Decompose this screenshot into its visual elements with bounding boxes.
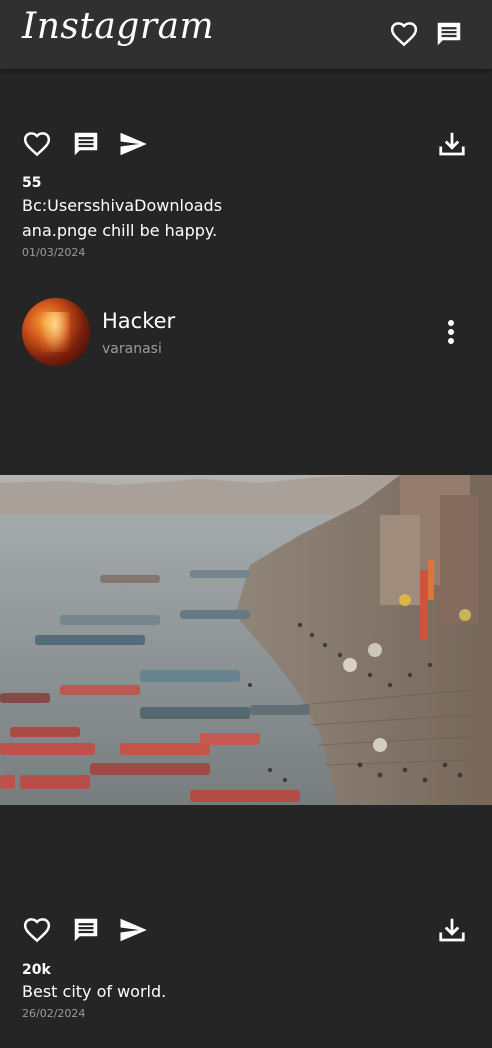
send-icon xyxy=(120,918,147,942)
likes-count: 20k xyxy=(22,962,51,978)
post-location: varanasi xyxy=(102,341,162,357)
feed-page: Instagram 55 Bc:UsersshivaDownloads ana.… xyxy=(0,0,492,1048)
download-icon xyxy=(439,132,465,156)
download-button[interactable] xyxy=(437,129,467,159)
app-title: Instagram xyxy=(22,6,215,47)
post-image[interactable] xyxy=(0,475,492,805)
avatar[interactable] xyxy=(22,298,90,366)
share-button[interactable] xyxy=(118,915,148,945)
chat-icon[interactable] xyxy=(434,19,464,49)
send-icon xyxy=(120,132,147,156)
post-caption-line2: ana.pnge chill be happy. xyxy=(22,221,218,240)
heart-outline-icon xyxy=(23,918,51,943)
share-button[interactable] xyxy=(118,129,148,159)
post-date: 26/02/2024 xyxy=(22,1007,86,1020)
post-caption: Best city of world. xyxy=(22,982,167,1001)
comment-icon xyxy=(74,918,98,942)
more-options-icon[interactable] xyxy=(438,317,464,347)
post-caption-line1: Bc:UsersshivaDownloads xyxy=(22,196,223,215)
like-button[interactable] xyxy=(22,915,52,945)
like-button[interactable] xyxy=(22,129,52,159)
comment-icon xyxy=(74,132,98,156)
post-date: 01/03/2024 xyxy=(22,246,86,259)
likes-count: 55 xyxy=(22,175,42,191)
comment-button[interactable] xyxy=(71,129,101,159)
comment-button[interactable] xyxy=(71,915,101,945)
download-icon xyxy=(439,918,465,942)
heart-outline-icon xyxy=(23,132,51,157)
post-username[interactable]: Hacker xyxy=(102,309,175,333)
download-button[interactable] xyxy=(437,915,467,945)
heart-icon[interactable] xyxy=(389,19,419,49)
app-bar: Instagram xyxy=(0,0,492,69)
